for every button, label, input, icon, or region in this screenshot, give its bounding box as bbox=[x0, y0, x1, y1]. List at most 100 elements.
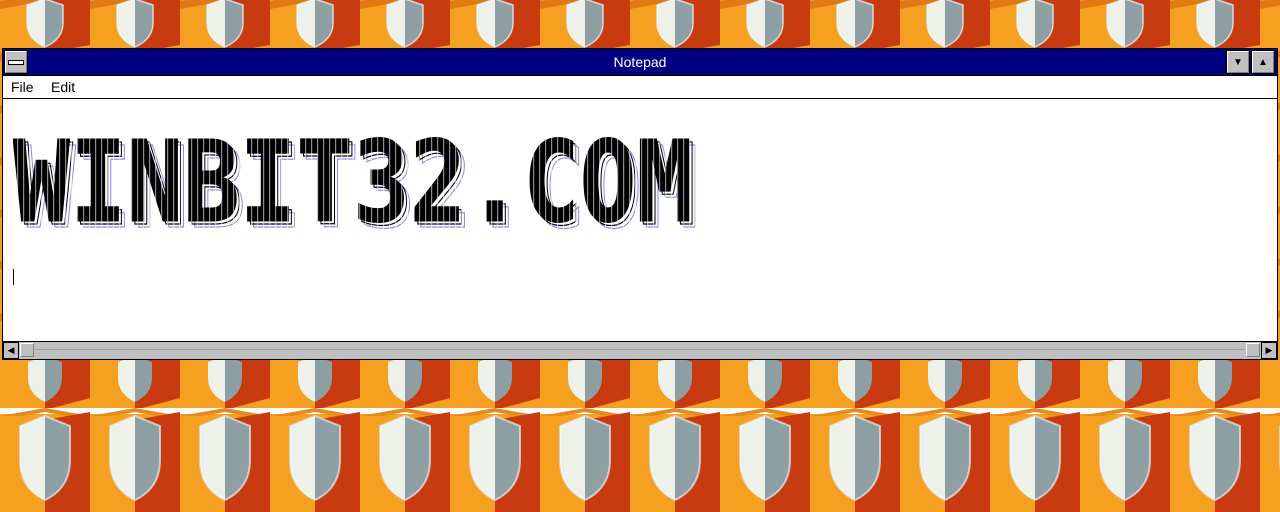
art-stripe bbox=[611, 133, 613, 233]
art-stripe bbox=[275, 133, 277, 233]
art-stripe bbox=[401, 133, 403, 233]
art-stripe bbox=[227, 133, 229, 233]
maximize-arrow-icon: ▲ bbox=[1258, 56, 1268, 68]
art-stripe bbox=[359, 133, 361, 233]
art-stripe bbox=[617, 133, 619, 233]
art-stripe bbox=[125, 133, 127, 233]
minimize-arrow-icon: ▼ bbox=[1233, 56, 1243, 68]
art-stripe bbox=[545, 133, 547, 233]
art-stripe bbox=[53, 133, 55, 233]
art-stripe bbox=[563, 133, 565, 233]
scroll-left-arrow-icon: ◀ bbox=[7, 345, 15, 355]
scroll-thumb[interactable] bbox=[20, 343, 34, 357]
title-bar[interactable]: Notepad ▼ ▲ bbox=[3, 49, 1277, 76]
art-stripe bbox=[149, 133, 151, 233]
art-stripe bbox=[395, 133, 397, 233]
art-stripe bbox=[233, 133, 235, 233]
maximize-button[interactable]: ▲ bbox=[1251, 50, 1275, 74]
art-stripe bbox=[527, 133, 529, 233]
art-stripe bbox=[257, 133, 259, 233]
art-stripe bbox=[137, 133, 139, 233]
art-stripe bbox=[539, 133, 541, 233]
art-stripe bbox=[599, 133, 601, 233]
art-stripe bbox=[641, 133, 643, 233]
art-stripe bbox=[701, 133, 703, 233]
art-stripe bbox=[449, 133, 451, 233]
art-stripe bbox=[671, 133, 673, 233]
art-stripe bbox=[521, 133, 523, 233]
art-stripe bbox=[263, 133, 265, 233]
art-stripe bbox=[77, 133, 79, 233]
art-stripe bbox=[329, 133, 331, 233]
scroll-right-arrow-icon: ▶ bbox=[1265, 345, 1273, 355]
art-stripe bbox=[113, 133, 115, 233]
art-stripe bbox=[491, 133, 493, 233]
art-stripe bbox=[485, 133, 487, 233]
minimize-button[interactable]: ▼ bbox=[1226, 50, 1250, 74]
art-stripe bbox=[35, 133, 37, 233]
art-stripe bbox=[635, 133, 637, 233]
scroll-thumb-end bbox=[1246, 343, 1260, 357]
art-stripe bbox=[569, 133, 571, 233]
art-stripe bbox=[455, 133, 457, 233]
art-stripe bbox=[533, 133, 535, 233]
art-stripe bbox=[143, 133, 145, 233]
horizontal-scrollbar[interactable]: ◀ ▶ bbox=[3, 341, 1277, 359]
art-stripe bbox=[551, 133, 553, 233]
art-stripe bbox=[281, 133, 283, 233]
art-stripe bbox=[503, 133, 505, 233]
document-text: WINBIT32.COMWINBIT32.COMWINBIT32.COM bbox=[13, 133, 703, 243]
notepad-window[interactable]: Notepad ▼ ▲ File Edit WINBIT32.COM WINBIT… bbox=[2, 48, 1278, 360]
art-stripe bbox=[689, 133, 691, 233]
art-stripe bbox=[221, 133, 223, 233]
art-stripe bbox=[209, 133, 211, 233]
art-stripe bbox=[347, 133, 349, 233]
art-stripe bbox=[581, 133, 583, 233]
scroll-left-button[interactable]: ◀ bbox=[3, 342, 19, 359]
art-stripe bbox=[317, 133, 319, 233]
art-stripe bbox=[437, 133, 439, 233]
art-stripe bbox=[371, 133, 373, 233]
art-stripe bbox=[413, 133, 415, 233]
art-stripe bbox=[389, 133, 391, 233]
art-stripe bbox=[95, 133, 97, 233]
art-stripe bbox=[17, 133, 19, 233]
art-stripe bbox=[515, 133, 517, 233]
art-stripe bbox=[341, 133, 343, 233]
art-stripe bbox=[425, 133, 427, 233]
menu-bar: File Edit bbox=[3, 76, 1277, 99]
art-stripe bbox=[269, 133, 271, 233]
menu-file[interactable]: File bbox=[7, 76, 38, 98]
art-stripe bbox=[677, 133, 679, 233]
art-stripe bbox=[509, 133, 511, 233]
art-stripe bbox=[23, 133, 25, 233]
art-stripe bbox=[383, 133, 385, 233]
text-editor-area[interactable]: WINBIT32.COM WINBIT32.COM WINBIT32.COM bbox=[3, 99, 1277, 342]
art-stripe bbox=[71, 133, 73, 233]
scroll-right-button[interactable]: ▶ bbox=[1261, 342, 1277, 359]
art-stripe bbox=[323, 133, 325, 233]
art-stripe bbox=[173, 133, 175, 233]
art-stripe bbox=[251, 133, 253, 233]
art-stripe bbox=[461, 133, 463, 233]
art-stripe bbox=[293, 133, 295, 233]
art-stripe bbox=[431, 133, 433, 233]
art-stripe bbox=[665, 133, 667, 233]
art-stripe bbox=[305, 133, 307, 233]
art-stripe bbox=[83, 133, 85, 233]
art-stripe bbox=[623, 133, 625, 233]
art-stripe bbox=[167, 133, 169, 233]
art-stripe bbox=[185, 133, 187, 233]
menu-edit[interactable]: Edit bbox=[47, 76, 79, 98]
art-stripe bbox=[287, 133, 289, 233]
art-stripe bbox=[101, 133, 103, 233]
art-stripe bbox=[191, 133, 193, 233]
window-title: Notepad bbox=[613, 54, 667, 70]
scroll-track[interactable] bbox=[35, 349, 1245, 350]
art-stripe bbox=[407, 133, 409, 233]
art-stripe bbox=[587, 133, 589, 233]
art-stripe bbox=[59, 133, 61, 233]
art-stripe bbox=[179, 133, 181, 233]
art-stripe bbox=[479, 133, 481, 233]
art-stripe bbox=[29, 133, 31, 233]
